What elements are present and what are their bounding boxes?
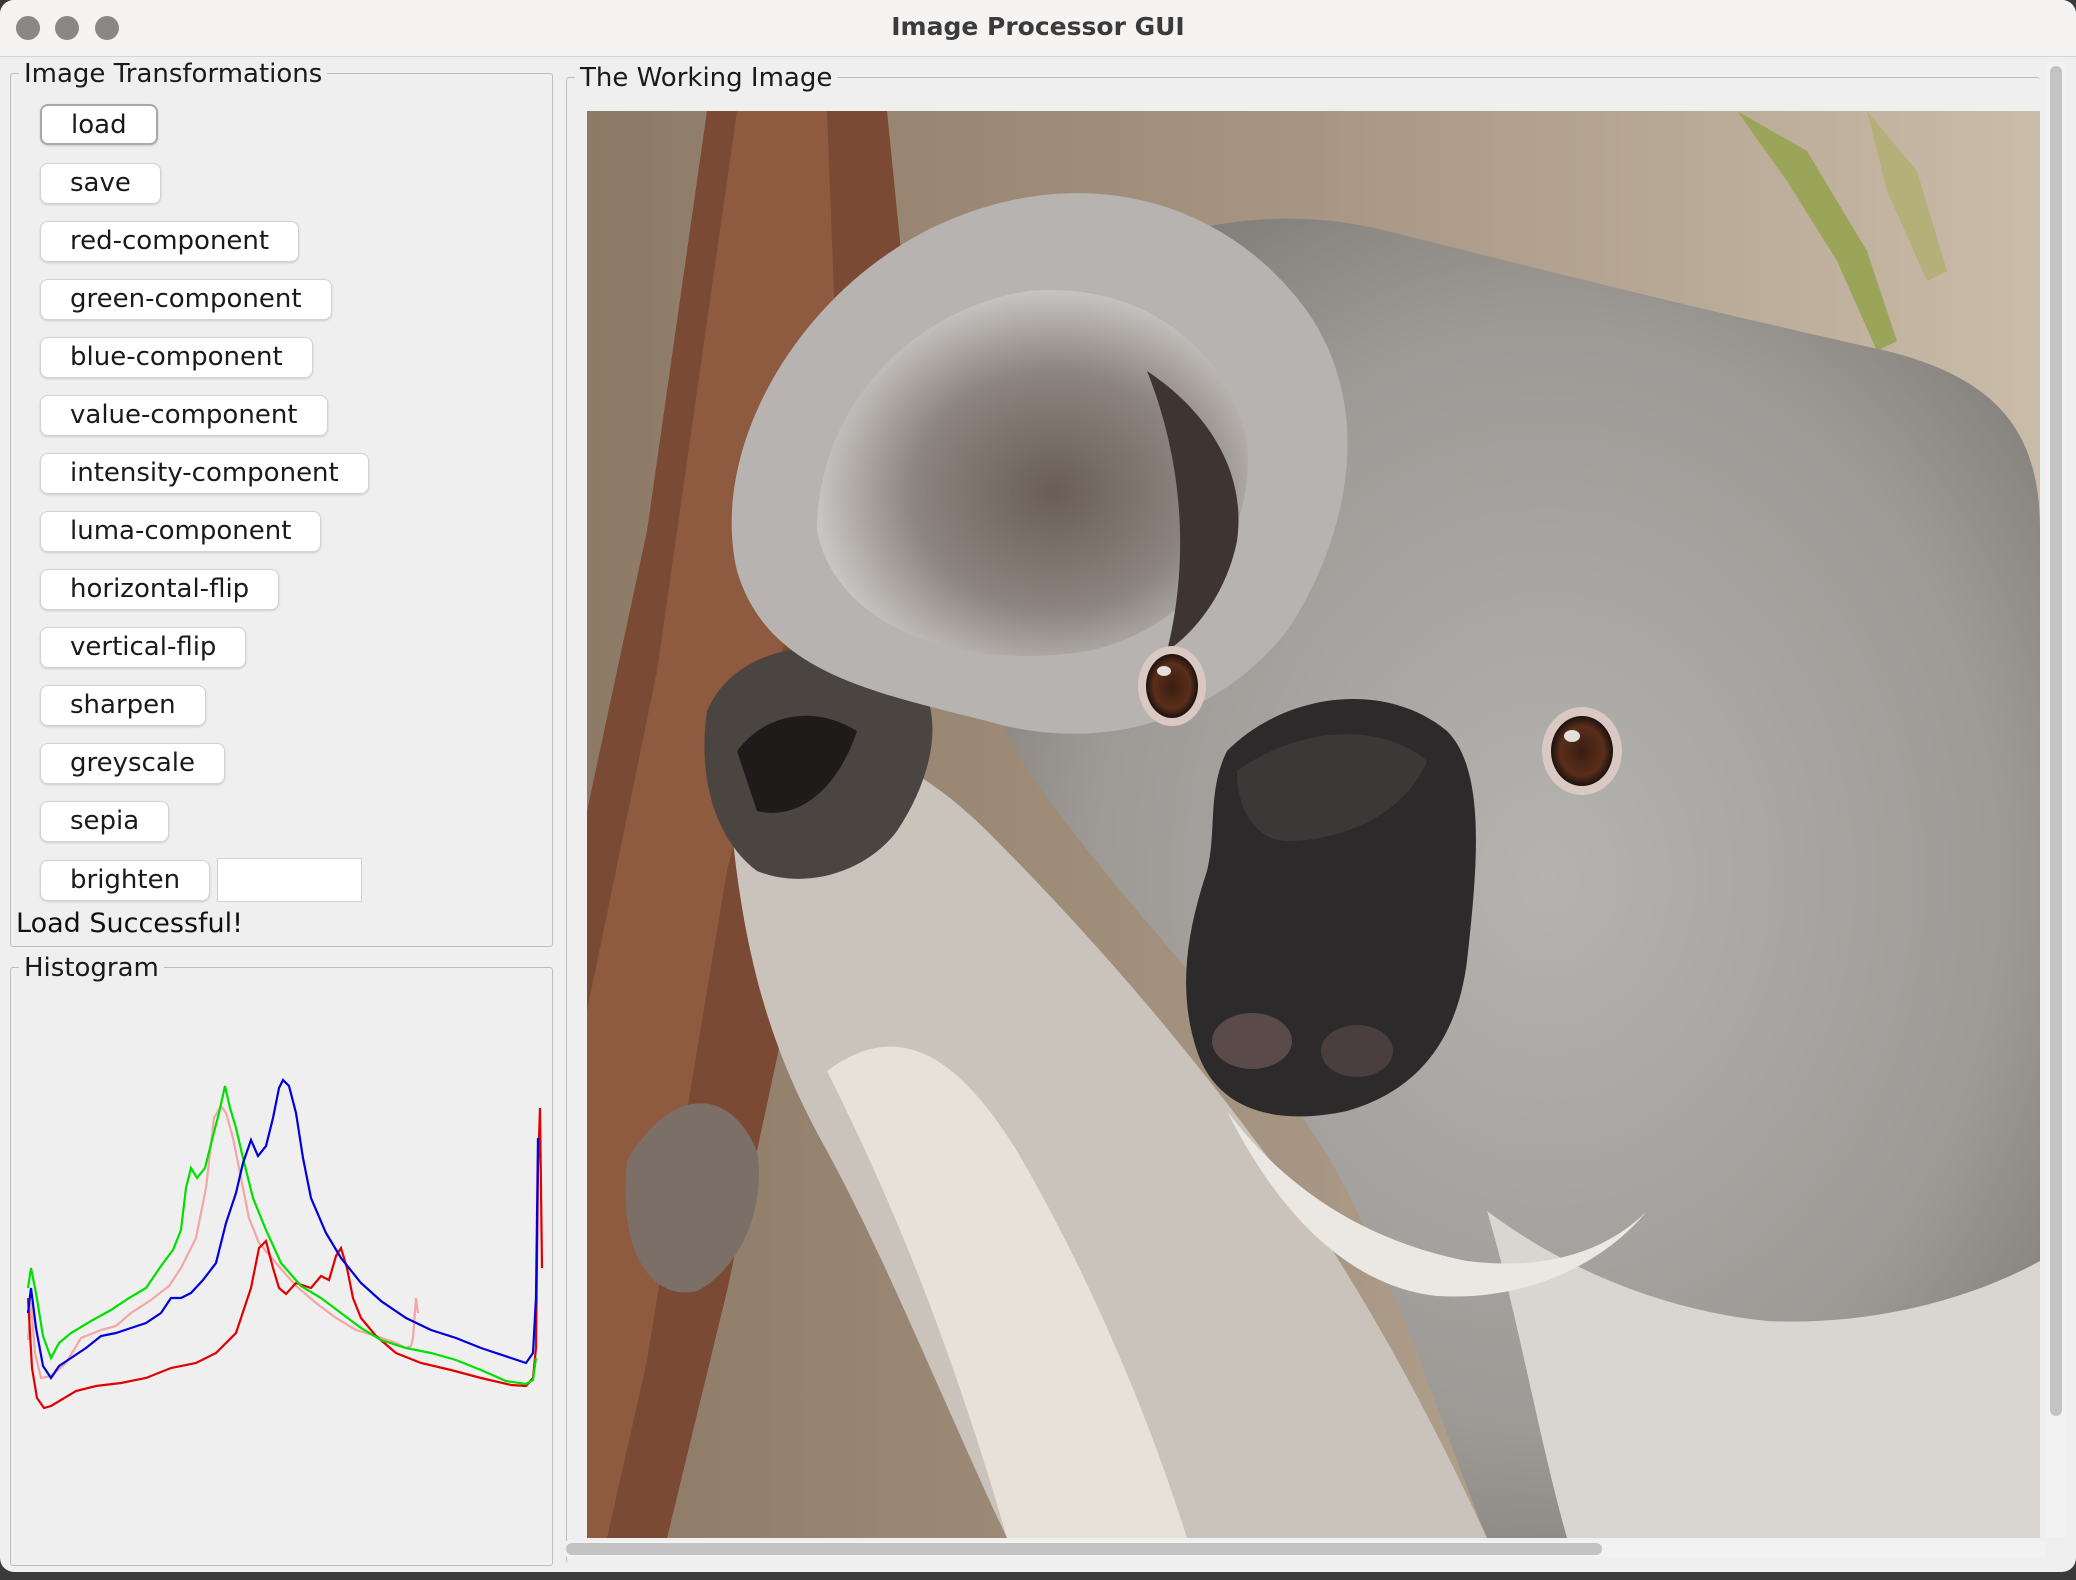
luma-component-button[interactable]: luma-component [40, 511, 322, 552]
vertical-scrollbar[interactable] [2046, 62, 2066, 1537]
transformations-panel: Image Transformations load save red-comp… [10, 59, 553, 947]
greyscale-button[interactable]: greyscale [40, 743, 225, 784]
status-message: Load Successful! [16, 908, 243, 939]
histogram-chart [26, 1078, 544, 1410]
save-button[interactable]: save [40, 163, 161, 204]
sharpen-button[interactable]: sharpen [40, 685, 206, 726]
red-component-button[interactable]: red-component [40, 221, 300, 262]
histogram-blue-line [26, 1078, 540, 1380]
window-title: Image Processor GUI [891, 12, 1185, 41]
histogram-intensity-line [26, 1103, 420, 1380]
working-image [587, 111, 2040, 1538]
transformations-legend: Image Transformations [19, 59, 328, 89]
title-bar: Image Processor GUI [0, 0, 2076, 57]
histogram-panel: Histogram [10, 953, 553, 1566]
horizontal-scroll-thumb[interactable] [566, 1543, 1602, 1555]
brighten-amount-input[interactable] [217, 858, 362, 902]
load-button[interactable]: load [40, 104, 158, 145]
sepia-button[interactable]: sepia [40, 801, 170, 842]
working-image-legend: The Working Image [575, 63, 838, 93]
intensity-component-button[interactable]: intensity-component [40, 453, 369, 494]
blue-component-button[interactable]: blue-component [40, 337, 313, 378]
vertical-scroll-thumb[interactable] [2050, 66, 2062, 1416]
koala-photo-icon [587, 111, 2040, 1538]
horizontal-scrollbar[interactable] [566, 1541, 2046, 1557]
app-window: Image Processor GUI Image Transformation… [0, 0, 2076, 1572]
green-component-button[interactable]: green-component [40, 279, 332, 320]
vertical-flip-button[interactable]: vertical-flip [40, 627, 247, 668]
horizontal-flip-button[interactable]: horizontal-flip [40, 569, 280, 610]
brighten-button[interactable]: brighten [40, 860, 211, 901]
value-component-button[interactable]: value-component [40, 395, 328, 436]
